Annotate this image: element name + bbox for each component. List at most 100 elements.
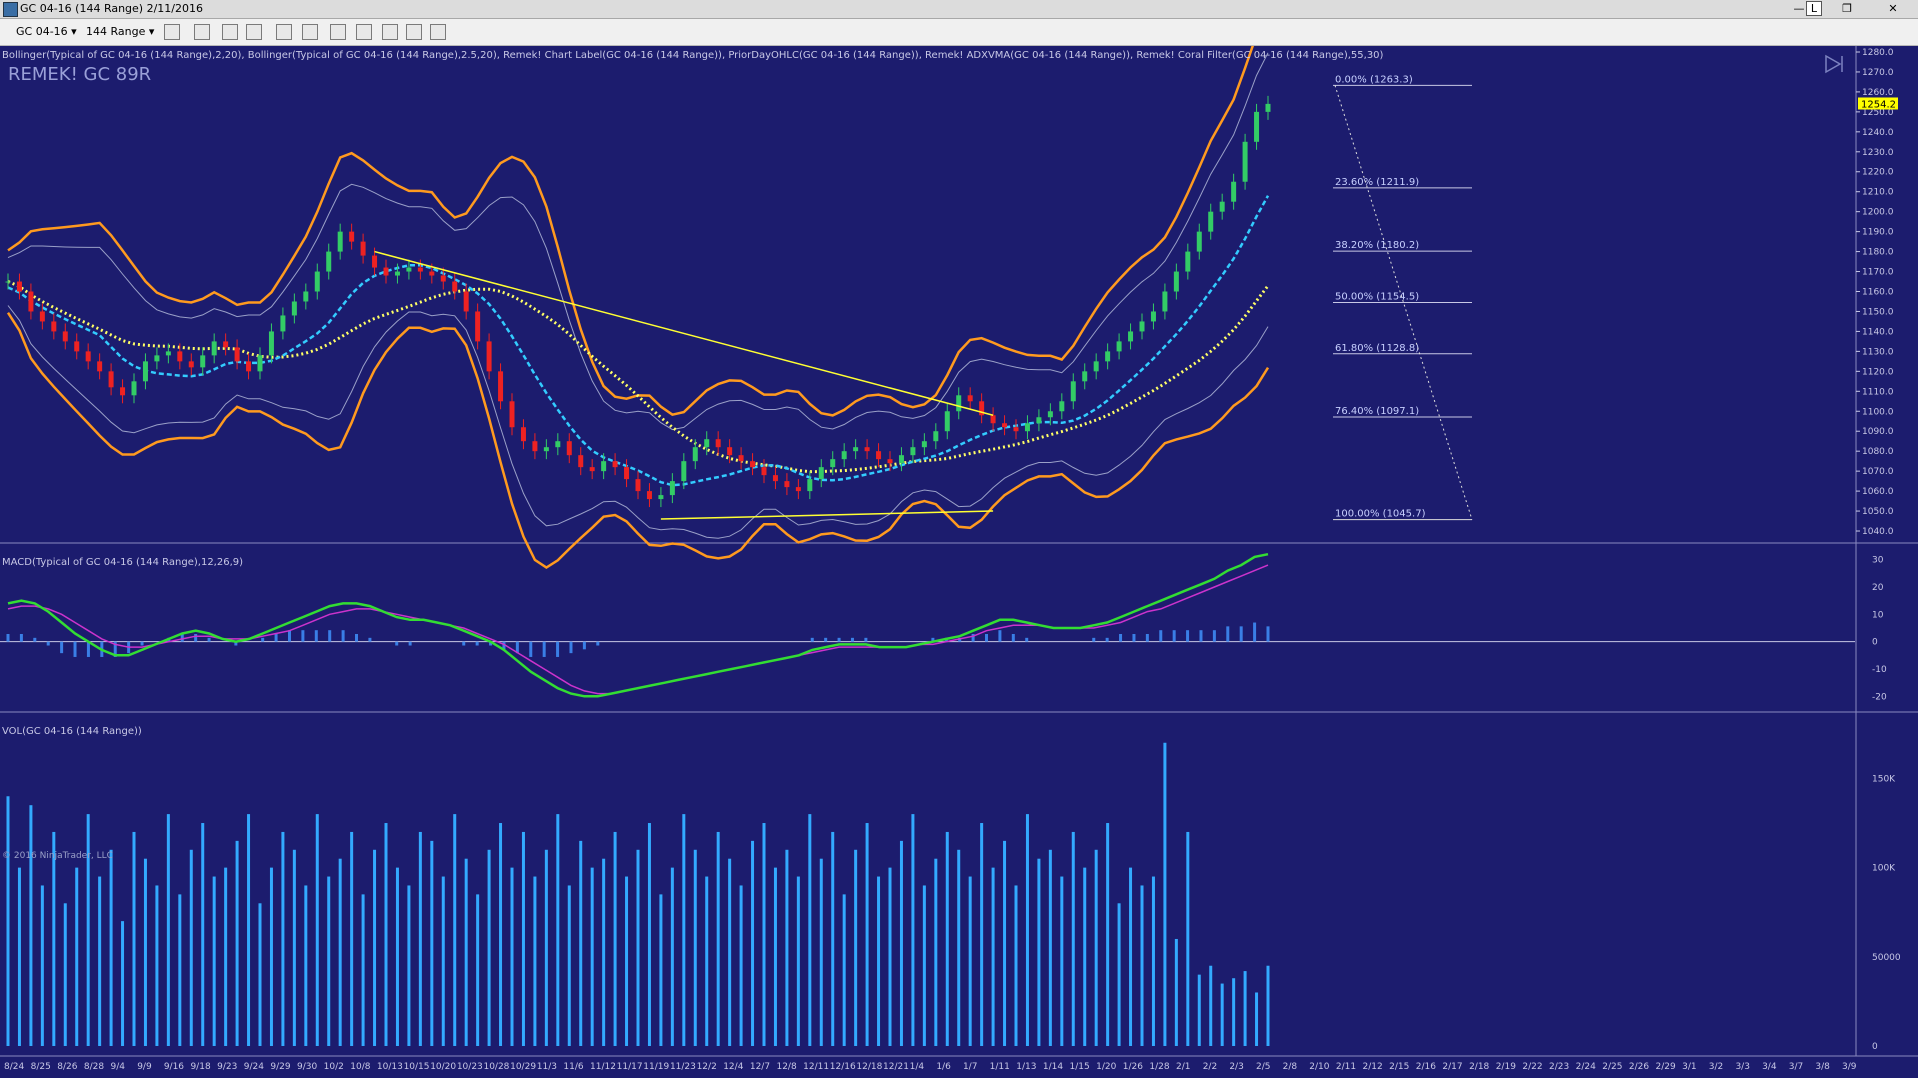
x-tick-label: 12/11 bbox=[803, 1062, 829, 1072]
candle-body bbox=[555, 441, 561, 448]
volume-bar bbox=[739, 885, 743, 1046]
x-tick-label: 1/6 bbox=[936, 1062, 951, 1072]
indicators-icon[interactable] bbox=[330, 24, 346, 40]
volume-bar bbox=[315, 814, 319, 1046]
volume-bar bbox=[854, 849, 858, 1046]
volume-bar bbox=[338, 858, 342, 1046]
candle-body bbox=[910, 447, 916, 456]
x-tick-label: 1/15 bbox=[1070, 1062, 1090, 1072]
x-tick-label: 11/3 bbox=[537, 1062, 557, 1072]
x-tick-label: 1/4 bbox=[910, 1062, 925, 1072]
candle-body bbox=[750, 461, 756, 468]
x-tick-label: 2/15 bbox=[1389, 1062, 1409, 1072]
x-tick-label: 3/3 bbox=[1735, 1062, 1749, 1072]
data-box-icon[interactable] bbox=[382, 24, 398, 40]
eraser-icon[interactable] bbox=[246, 24, 262, 40]
volume-bar bbox=[63, 903, 67, 1046]
candle-body bbox=[772, 475, 778, 482]
price-tick-label: 1070.0 bbox=[1862, 467, 1894, 477]
x-tick-label: 9/23 bbox=[217, 1062, 237, 1072]
volume-bar bbox=[235, 840, 239, 1046]
candle-body bbox=[223, 341, 229, 348]
strategy-icon[interactable] bbox=[222, 24, 238, 40]
chart-canvas[interactable]: 1040.0 1050.0 1060.0 1070.0 1080.0 1090.0 1100… bbox=[0, 46, 1918, 1078]
candle-body bbox=[1219, 201, 1225, 212]
x-tick-label: 10/20 bbox=[430, 1062, 456, 1072]
close-icon[interactable]: ✕ bbox=[1880, 0, 1906, 17]
candle-body bbox=[841, 451, 847, 460]
cursor-icon[interactable] bbox=[276, 24, 292, 40]
x-tick-label: 2/18 bbox=[1469, 1062, 1489, 1072]
x-tick-label: 9/24 bbox=[244, 1062, 264, 1072]
bar-style-icon[interactable] bbox=[164, 24, 180, 40]
candle-body bbox=[429, 271, 435, 276]
volume-bar bbox=[6, 796, 10, 1046]
volume-bar bbox=[1094, 849, 1098, 1046]
volume-bar bbox=[189, 849, 193, 1046]
period-selector[interactable]: 144 Range ▾ bbox=[86, 23, 154, 40]
volume-bar bbox=[1186, 831, 1190, 1046]
candle-body bbox=[383, 267, 389, 276]
volume-bar bbox=[269, 867, 273, 1046]
volume-bar bbox=[533, 876, 537, 1046]
volume-bar bbox=[1060, 876, 1064, 1046]
candle-body bbox=[51, 321, 57, 332]
candle-body bbox=[188, 361, 194, 368]
candle-body bbox=[578, 455, 584, 468]
candle-body bbox=[417, 267, 423, 272]
volume-bar bbox=[762, 823, 766, 1046]
candle-body bbox=[154, 355, 160, 362]
volume-bar bbox=[819, 858, 823, 1046]
candle-body bbox=[1059, 401, 1065, 412]
price-tick-label: 1280.0 bbox=[1862, 48, 1894, 58]
price-tick-label: 1180.0 bbox=[1862, 248, 1894, 258]
candle-body bbox=[120, 387, 126, 396]
volume-bar bbox=[808, 814, 812, 1046]
app-icon bbox=[3, 2, 18, 17]
restore-icon[interactable]: ❐ bbox=[1834, 0, 1860, 17]
indicator-legend: Bollinger(Typical of GC 04-16 (144 Range… bbox=[2, 50, 1384, 61]
candle-body bbox=[795, 487, 801, 492]
instrument-selector[interactable]: GC 04-16 ▾ bbox=[16, 23, 77, 40]
candle-body bbox=[1231, 181, 1237, 202]
price-tick-label: 1230.0 bbox=[1862, 148, 1894, 158]
x-tick-label: 12/16 bbox=[830, 1062, 856, 1072]
properties-icon[interactable] bbox=[430, 24, 446, 40]
strategies-icon[interactable] bbox=[356, 24, 372, 40]
volume-bar bbox=[544, 849, 548, 1046]
candle-body bbox=[498, 371, 504, 402]
zoom-icon[interactable] bbox=[302, 24, 318, 40]
volume-bar bbox=[705, 876, 709, 1046]
link-icon[interactable]: L bbox=[1806, 1, 1822, 16]
candle-body bbox=[360, 241, 366, 256]
volume-tick-label: 0 bbox=[1872, 1042, 1878, 1052]
candle-body bbox=[1002, 423, 1008, 428]
volume-bar bbox=[98, 876, 102, 1046]
volume-bar bbox=[407, 885, 411, 1046]
x-tick-label: 2/12 bbox=[1363, 1062, 1383, 1072]
volume-bar bbox=[567, 885, 571, 1046]
volume-bar bbox=[751, 840, 755, 1046]
volume-bar bbox=[304, 885, 308, 1046]
volume-bar bbox=[796, 876, 800, 1046]
volume-bar bbox=[1117, 903, 1121, 1046]
candle-body bbox=[28, 291, 34, 312]
money-icon[interactable] bbox=[406, 24, 422, 40]
x-tick-label: 9/9 bbox=[137, 1062, 152, 1072]
candle-body bbox=[1162, 291, 1168, 312]
candle-body bbox=[669, 481, 675, 496]
volume-bar bbox=[1025, 814, 1029, 1046]
draw-tool-icon[interactable] bbox=[194, 24, 210, 40]
volume-bar bbox=[1232, 978, 1236, 1046]
volume-tick-label: 150K bbox=[1872, 774, 1896, 784]
candle-body bbox=[738, 455, 744, 462]
macd-tick-label: 10 bbox=[1872, 610, 1884, 620]
candle-body bbox=[280, 315, 286, 332]
volume-bar bbox=[1255, 992, 1259, 1046]
volume-bar bbox=[773, 867, 777, 1046]
x-tick-label: 1/26 bbox=[1123, 1062, 1143, 1072]
volume-bar bbox=[143, 858, 147, 1046]
volume-bar bbox=[201, 823, 205, 1046]
x-tick-label: 12/8 bbox=[776, 1062, 796, 1072]
volume-bar bbox=[178, 894, 182, 1046]
